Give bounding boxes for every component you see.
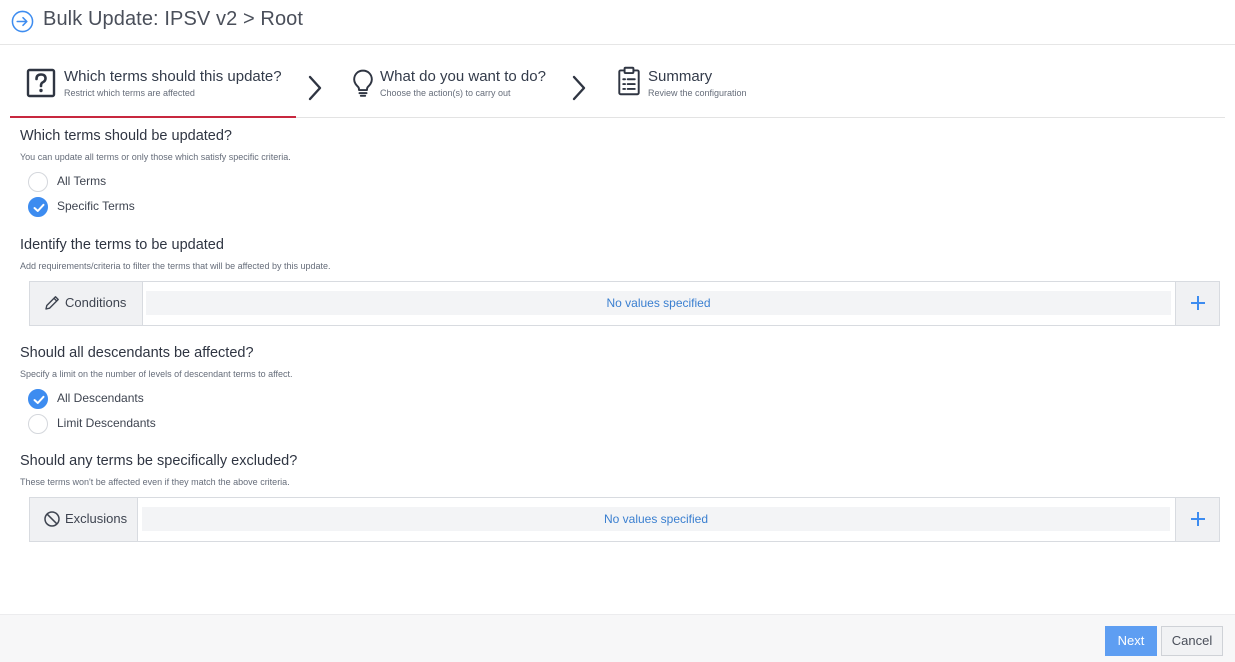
section-description: These terms won't be affected even if th… [20, 477, 290, 487]
check-icon [33, 395, 45, 404]
chevron-right-icon [308, 75, 322, 101]
cancel-button[interactable]: Cancel [1161, 626, 1223, 656]
section-title-exclusions: Should any terms be specifically exclude… [20, 453, 298, 469]
ban-icon [44, 511, 60, 527]
check-icon [33, 203, 45, 212]
step-title: What do you want to do? [380, 68, 546, 85]
section-title-descendants: Should all descendants be affected? [20, 345, 254, 361]
radio-circle[interactable] [28, 414, 48, 434]
radio-all-terms[interactable]: All Terms [28, 172, 168, 192]
step-action[interactable]: What do you want to do? Choose the actio… [336, 46, 566, 117]
next-button[interactable]: Next [1105, 626, 1157, 656]
radio-limit-descendants[interactable]: Limit Descendants [28, 414, 188, 434]
clipboard-icon [618, 66, 640, 96]
wizard-steps: Which terms should this update? Restrict… [10, 46, 1225, 118]
plus-icon [1191, 512, 1205, 526]
radio-circle[interactable] [28, 172, 48, 192]
question-box-icon [26, 68, 56, 98]
radio-all-descendants[interactable]: All Descendants [28, 389, 188, 409]
plus-icon [1191, 296, 1205, 310]
lightbulb-icon [353, 69, 373, 97]
exclusions-label-text: Exclusions [65, 511, 128, 526]
footer-bar: Next Cancel [0, 614, 1235, 662]
radio-label: Specific Terms [57, 199, 135, 213]
step-title: Summary [648, 68, 713, 85]
step-subtitle: Restrict which terms are affected [64, 88, 195, 98]
add-condition-button[interactable] [1175, 282, 1219, 325]
step-subtitle: Choose the action(s) to carry out [380, 88, 511, 98]
radio-label: All Descendants [57, 391, 144, 405]
exclusions-box: Exclusions No values specified [29, 497, 1220, 542]
add-exclusion-button[interactable] [1175, 498, 1219, 541]
section-title-which-terms: Which terms should be updated? [20, 128, 232, 144]
conditions-value[interactable]: No values specified [146, 291, 1171, 315]
radio-circle[interactable] [28, 389, 48, 409]
chevron-right-icon [572, 75, 586, 101]
section-description: Add requirements/criteria to filter the … [20, 261, 331, 271]
radio-circle[interactable] [28, 197, 48, 217]
radio-label: All Terms [57, 174, 107, 188]
radio-specific-terms[interactable]: Specific Terms [28, 197, 168, 217]
step-subtitle: Review the configuration [648, 88, 747, 98]
step-which-terms[interactable]: Which terms should this update? Restrict… [10, 46, 296, 118]
conditions-label-text: Conditions [65, 295, 127, 310]
section-description: Specify a limit on the number of levels … [20, 369, 293, 379]
exclusions-value[interactable]: No values specified [142, 507, 1170, 531]
section-description: You can update all terms or only those w… [20, 152, 291, 162]
step-title: Which terms should this update? [64, 68, 282, 85]
page-header: Bulk Update: IPSV v2 > Root [0, 0, 1235, 45]
arrow-circle-right-icon[interactable] [11, 10, 34, 33]
pencil-icon [45, 296, 59, 310]
conditions-box: Conditions No values specified [29, 281, 1220, 326]
step-summary[interactable]: Summary Review the configuration [600, 46, 800, 117]
exclusions-label: Exclusions [30, 498, 138, 541]
page-title: Bulk Update: IPSV v2 > Root [43, 8, 304, 30]
radio-label: Limit Descendants [57, 416, 156, 430]
conditions-label: Conditions [30, 282, 143, 325]
section-title-identify: Identify the terms to be updated [20, 237, 224, 253]
